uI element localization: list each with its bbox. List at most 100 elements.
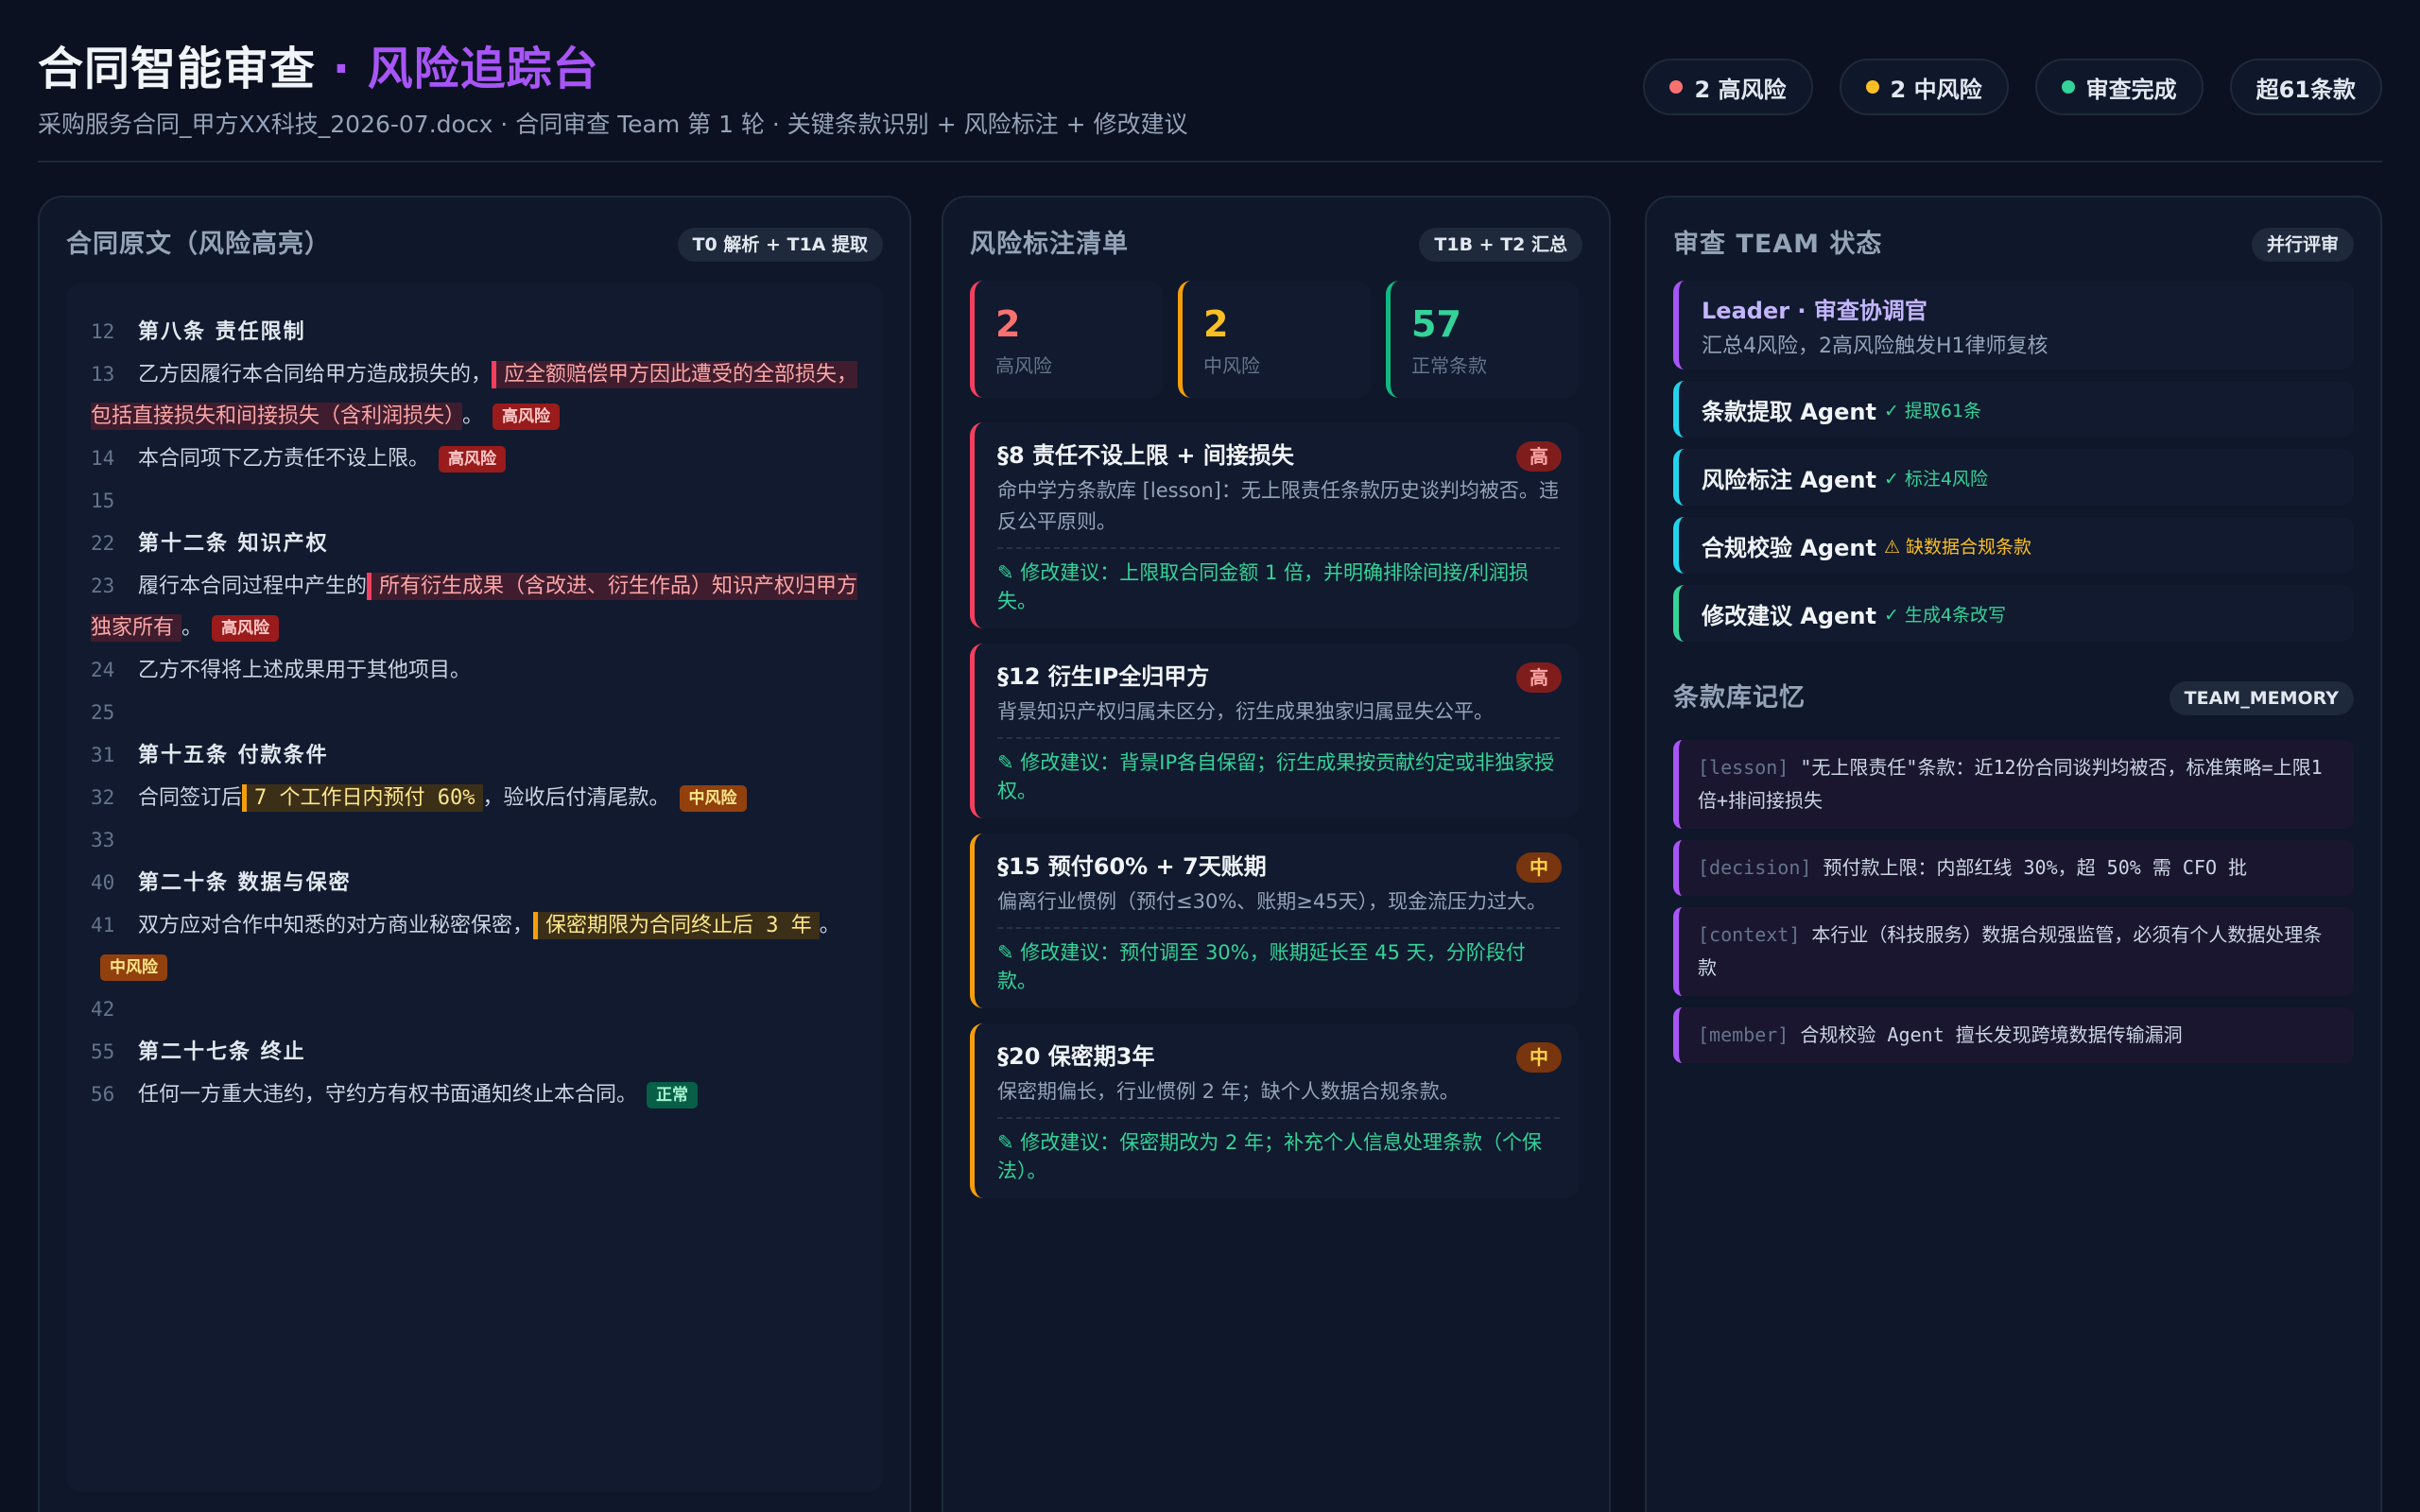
risk-card-description: 偏离行业惯例（预付≤30%、账期≥45天），现金流压力过大。 (997, 886, 1560, 929)
risk-badge: 高风险 (212, 615, 280, 642)
agent-name: 修改建议 Agent (1702, 602, 1876, 629)
line-number: 13 (91, 363, 115, 386)
clause-text: 任何一方重大违约，守约方有权书面通知终止本合同。 (138, 1083, 638, 1107)
risk-badge: 正常 (647, 1082, 699, 1108)
risk-card[interactable]: §8 责任不设上限 + 间接损失 高命中学方条款库 [lesson]：无上限责任条… (970, 422, 1579, 628)
risk-stat-count: 57 (1411, 303, 1461, 345)
line-number: 25 (91, 701, 115, 724)
agent-item[interactable]: 风险标注 Agent ✓ 标注4风险 (1673, 449, 2354, 506)
agent-name: 合规校验 Agent (1702, 534, 1876, 561)
line-number: 14 (91, 447, 115, 470)
agent-status: ✓ 生成4条改写 (1883, 604, 2007, 626)
clause-text: 。 (819, 914, 840, 937)
risk-card[interactable]: §12 衍生IP全归甲方 高背景知识产权归属未区分，衍生成果独家归属显失公平。 ✎ … (970, 644, 1579, 818)
agent-item[interactable]: 条款提取 Agent ✓ 提取61条 (1673, 381, 2354, 438)
risk-stat-card[interactable]: 2 高风险 (970, 281, 1163, 398)
contract-line: 24 乙方不得将上述成果用于其他项目。 (91, 649, 858, 692)
contract-line: 25 (91, 692, 858, 734)
risk-card-description: 保密期偏长，行业惯例 2 年；缺个人数据合规条款。 (997, 1076, 1560, 1119)
status-pill-label: 超61条款 (2256, 76, 2356, 103)
clause-text: 本合同项下乙方责任不设上限。 (138, 447, 430, 471)
line-number: 31 (91, 744, 115, 766)
line-number: 40 (91, 871, 115, 894)
risk-stat-count: 2 (1203, 303, 1229, 345)
contract-text-box: 12 第八条 责任限制 13 乙方因履行本合同给甲方造成损失的， 应全额赔偿甲方因此遭受… (66, 283, 883, 1492)
contract-line: 41 双方应对合作中知悉的对方商业秘密保密， 保密期限为合同终止后 3 年。中风险 (91, 904, 858, 988)
contract-panel-tag: T0 解析 + T1A 提取 (677, 228, 883, 262)
agent-item[interactable]: 修改建议 Agent ✓ 生成4条改写 (1673, 585, 2354, 642)
risk-stat-label: 高风险 (995, 354, 1052, 377)
memory-item-text: "无上限责任"条款：近12份合同谈判均被否，标准策略=上限1倍+排间接损失 (1698, 756, 2323, 812)
contract-panel-header: 合同原文（风险高亮） T0 解析 + T1A 提取 (66, 226, 883, 264)
agent-status: ⚠ 缺数据合规条款 (1883, 536, 2032, 558)
contract-line: 22 第十二条 知识产权 (91, 523, 858, 565)
agent-name: 风险标注 Agent (1702, 466, 1876, 493)
memory-item[interactable]: [decision] 预付款上限：内部红线 30%，超 50% 需 CFO 批 (1673, 840, 2354, 896)
status-pill[interactable]: 2 中风险 (1839, 59, 2009, 115)
risk-level-badge: 中 (1516, 852, 1562, 883)
risk-badge: 高风险 (439, 446, 507, 472)
line-number: 24 (91, 659, 115, 681)
status-pill[interactable]: 审查完成 (2034, 59, 2204, 115)
agent-item-leader[interactable]: Leader · 审查协调官 汇总4风险，2高风险触发H1律师复核 (1673, 281, 2354, 369)
memory-item-tag: [decision] (1698, 856, 1812, 879)
memory-header: 条款库记忆 TEAM_MEMORY (1673, 679, 2354, 717)
memory-item-tag: [lesson] (1698, 756, 1789, 779)
risk-stat-card[interactable]: 2 中风险 (1178, 281, 1371, 398)
memory-item[interactable]: [member] 合规校验 Agent 擅长发现跨境数据传输漏洞 (1673, 1007, 2354, 1063)
risk-highlight[interactable]: 保密期限为合同终止后 3 年 (533, 912, 820, 939)
risk-cards: §8 责任不设上限 + 间接损失高命中学方条款库 [lesson]：无上限责任条… (970, 422, 1579, 1213)
risk-stat-label: 正常条款 (1411, 354, 1487, 377)
clause-heading: 第二十条 数据与保密 (138, 870, 352, 895)
line-number: 41 (91, 914, 115, 936)
line-number: 15 (91, 490, 115, 512)
clause-text: 履行本合同过程中产生的 (138, 575, 368, 598)
contract-line: 23 履行本合同过程中产生的 所有衍生成果（含改进、衍生作品）知识产权归甲方独家所有… (91, 565, 858, 649)
contract-line: 55 第二十七条 终止 (91, 1031, 858, 1074)
status-pill-label: 审查完成 (2085, 76, 2177, 103)
team-panel-tag: 并行评审 (2251, 228, 2354, 262)
clause-heading: 第二十七条 终止 (138, 1040, 306, 1064)
title-main: 合同智能审查 (38, 43, 317, 95)
risk-card-suggestion: ✎ 修改建议：背景IP各自保留；衍生成果按贡献约定或非独家授权。 (997, 751, 1555, 802)
status-dot-icon (1865, 80, 1879, 94)
risk-card-title: §12 衍生IP全归甲方 (997, 663, 1210, 690)
clause-text: 。 (462, 404, 484, 428)
memory-item[interactable]: [context] 本行业（科技服务）数据合规强监管，必须有个人数据处理条款 (1673, 907, 2354, 996)
status-pills: 2 高风险 2 中风险 审查完成 超61条款 (1643, 59, 2382, 115)
risk-highlight[interactable]: 7 个工作日内预付 60% (242, 784, 483, 812)
clause-heading: 第十二条 知识产权 (138, 531, 329, 556)
risk-card-suggestion: ✎ 修改建议：上限取合同金额 1 倍，并明确排除间接/利润损失。 (997, 561, 1530, 612)
team-panel-header: 审查 TEAM 状态 并行评审 (1673, 226, 2354, 264)
status-pill[interactable]: 2 高风险 (1643, 59, 1813, 115)
risk-card[interactable]: §20 保密期3年 中保密期偏长，行业惯例 2 年；缺个人数据合规条款。 ✎ 修改建… (970, 1023, 1579, 1198)
risk-panel: 风险标注清单 T1B + T2 汇总 2 高风险 2 中风险 57 正常条款 §8 责任不… (942, 196, 1611, 1512)
title-accent: 风险追踪台 (367, 43, 599, 95)
agent-item[interactable]: 合规校验 Agent ⚠ 缺数据合规条款 (1673, 517, 2354, 574)
risk-card[interactable]: §15 预付60% + 7天账期 中偏离行业惯例（预付≤30%、账期≥45天），现… (970, 833, 1579, 1008)
contract-line: 42 (91, 988, 858, 1031)
contract-line: 13 乙方因履行本合同给甲方造成损失的， 应全额赔偿甲方因此遭受的全部损失，包括直接… (91, 353, 858, 438)
clause-text: 乙方不得将上述成果用于其他项目。 (138, 659, 472, 682)
memory-item[interactable]: [lesson] "无上限责任"条款：近12份合同谈判均被否，标准策略=上限1倍… (1673, 740, 2354, 829)
status-pill[interactable]: 超61条款 (2229, 59, 2382, 115)
status-pill-label: 2 高风险 (1694, 76, 1787, 103)
risk-card-suggestion: ✎ 修改建议：保密期改为 2 年；补充个人信息处理条款（个保法）。 (997, 1131, 1542, 1182)
agent-name: 条款提取 Agent (1702, 398, 1876, 425)
risk-card-suggestion: ✎ 修改建议：预付调至 30%，账期延长至 45 天，分阶段付款。 (997, 941, 1526, 992)
leader-name: Leader · 审查协调官 (1702, 297, 1927, 324)
memory-item-text: 预付款上限：内部红线 30%，超 50% 需 CFO 批 (1823, 856, 2248, 879)
memory-item-tag: [member] (1698, 1023, 1789, 1046)
risk-stat-count: 2 (995, 303, 1021, 345)
contract-line: 32 合同签订后 7 个工作日内预付 60% ，验收后付清尾款。 中风险 (91, 777, 858, 819)
line-number: 12 (91, 320, 115, 343)
clause-text: 双方应对合作中知悉的对方商业秘密保密， (138, 914, 534, 937)
line-number: 23 (91, 575, 115, 597)
risk-badge: 高风险 (493, 404, 561, 430)
team-panel: 审查 TEAM 状态 并行评审 Leader · 审查协调官 汇总4风险，2高风… (1645, 196, 2382, 1512)
risk-stat-card[interactable]: 57 正常条款 (1386, 281, 1579, 398)
contract-line: 12 第八条 责任限制 (91, 311, 858, 353)
status-dot-icon (1669, 80, 1684, 94)
risk-level-badge: 高 (1516, 441, 1562, 472)
memory-item-text: 合规校验 Agent 擅长发现跨境数据传输漏洞 (1800, 1023, 2183, 1046)
